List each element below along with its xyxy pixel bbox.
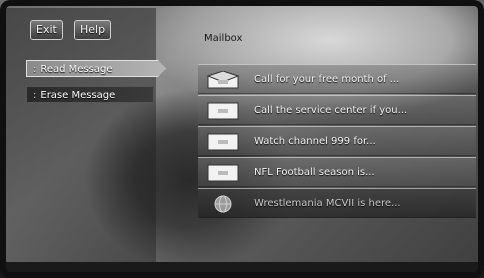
tv-screen: Exit Help : Read Message : Erase Message M… — [0, 0, 484, 278]
globe-icon — [214, 195, 232, 213]
message-row[interactable]: Call the service center if you... — [198, 95, 476, 125]
message-row[interactable]: Watch channel 999 for... — [198, 126, 476, 156]
message-subject: Call for your free month of ... — [254, 74, 400, 85]
menu-item-label: Read Message — [40, 64, 113, 75]
exit-button[interactable]: Exit — [30, 20, 63, 40]
message-row[interactable]: NFL Football season is... — [198, 157, 476, 187]
envelope-open-icon — [207, 71, 239, 89]
side-menu-panel — [6, 8, 156, 263]
envelope-icon — [207, 102, 239, 120]
bullet-icon: : — [33, 90, 37, 101]
message-subject: Call the service center if you... — [254, 105, 408, 116]
help-button[interactable]: Help — [74, 20, 112, 40]
message-row-selected[interactable]: Wrestlemania MCVII is here... — [198, 188, 476, 218]
envelope-icon — [207, 133, 239, 151]
read-message-menu-item[interactable]: : Read Message — [26, 60, 166, 77]
erase-message-menu-item[interactable]: : Erase Message — [26, 86, 154, 103]
message-subject: NFL Football season is... — [254, 167, 375, 178]
message-row[interactable]: Call for your free month of ... — [198, 64, 476, 94]
envelope-icon — [207, 164, 239, 182]
bottom-bar — [0, 262, 484, 278]
message-subject: Wrestlemania MCVII is here... — [254, 198, 401, 209]
mailbox-title: Mailbox — [204, 33, 243, 44]
bullet-icon: : — [33, 64, 37, 75]
message-subject: Watch channel 999 for... — [254, 136, 376, 147]
menu-item-label: Erase Message — [40, 90, 116, 101]
